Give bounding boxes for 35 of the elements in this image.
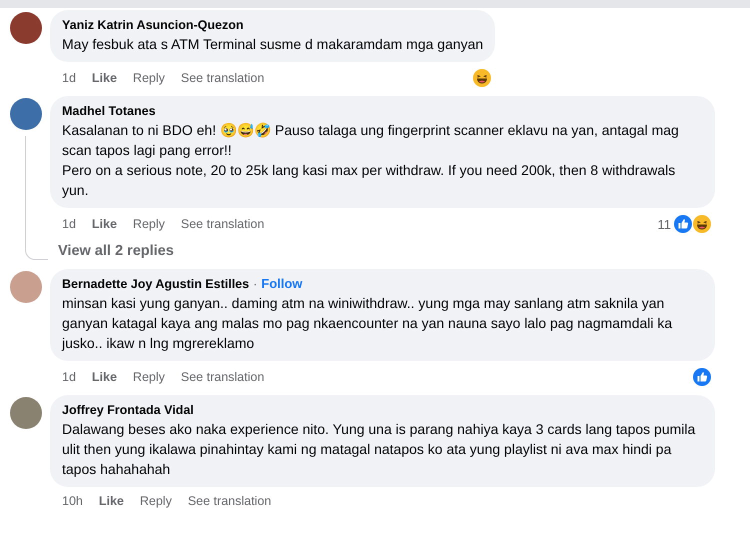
separator-dot: · (253, 277, 258, 291)
avatar[interactable] (10, 98, 42, 130)
translation-link[interactable]: See translation (180, 370, 264, 384)
comment-time[interactable]: 10h (62, 494, 83, 508)
comment-text: minsan kasi yung ganyan.. daming atm na winiwithdraw.. yung mga may sanlang atm saknila yan ganyan katagal kaya ang malas mo pag nkaencounter na yan nauna sayo lalo pag nagmamdali ka jusko.. ikaw n lng mgrereklamo (62, 294, 674, 353)
reply-link[interactable]: Reply (140, 494, 172, 508)
author-name[interactable]: Madhel Totanes (62, 102, 156, 120)
like-reaction-icon (674, 215, 692, 233)
reaction-count[interactable]: 11 (658, 216, 671, 232)
reply-link[interactable]: Reply (132, 71, 165, 85)
comment-text: Dalawang beses ako naka experience nito. Yung una is parang nahiya kaya 3 cards lang tapos pumila ulit then yung ikalawa pinahintay kami ng matagal natapos ko ata yung playlist ni ava max hindi pa tapos hahahahah (62, 420, 696, 479)
reply-link[interactable]: Reply (132, 217, 165, 231)
reply-link[interactable]: Reply (132, 370, 165, 384)
author-name[interactable]: Joffrey Frontada Vidal (62, 401, 194, 419)
like-link[interactable]: Like (98, 494, 124, 508)
like-link[interactable]: Like (92, 370, 117, 384)
comment-text: Kasalanan to ni BDO eh! 🥹😅🤣 Pauso talaga ung fingerprint scanner eklavu na yan, antagal mag scan tapos lagi pang error!! Pero on a serious note, 20 to 25k lang kasi max per withdraw. If you need 200k, then 8 withdrawals yun. (62, 121, 680, 200)
comment-time[interactable]: 1d (62, 217, 76, 231)
translation-link[interactable]: See translation (180, 71, 264, 85)
author-name[interactable]: Yaniz Katrin Asuncion-Quezon (62, 16, 244, 34)
follow-link[interactable]: Follow (261, 276, 302, 291)
author-name[interactable]: Bernadette Joy Agustin Estilles (62, 275, 250, 293)
view-replies-link[interactable]: View all 2 replies (58, 243, 174, 259)
translation-link[interactable]: See translation (188, 494, 272, 508)
like-link[interactable]: Like (92, 217, 117, 231)
translation-link[interactable]: See translation (180, 217, 264, 231)
comment-text: May fesbuk ata s ATM Terminal susme d makaramdam mga ganyan (62, 35, 484, 54)
avatar[interactable] (10, 397, 42, 429)
like-link[interactable]: Like (92, 71, 117, 85)
comment-time[interactable]: 1d (62, 370, 76, 384)
comment-time[interactable]: 1d (62, 71, 76, 85)
like-reaction-icon (693, 368, 711, 386)
laughing-face-icon (693, 215, 711, 233)
avatar[interactable] (10, 12, 42, 44)
laughing-face-icon (473, 69, 492, 87)
